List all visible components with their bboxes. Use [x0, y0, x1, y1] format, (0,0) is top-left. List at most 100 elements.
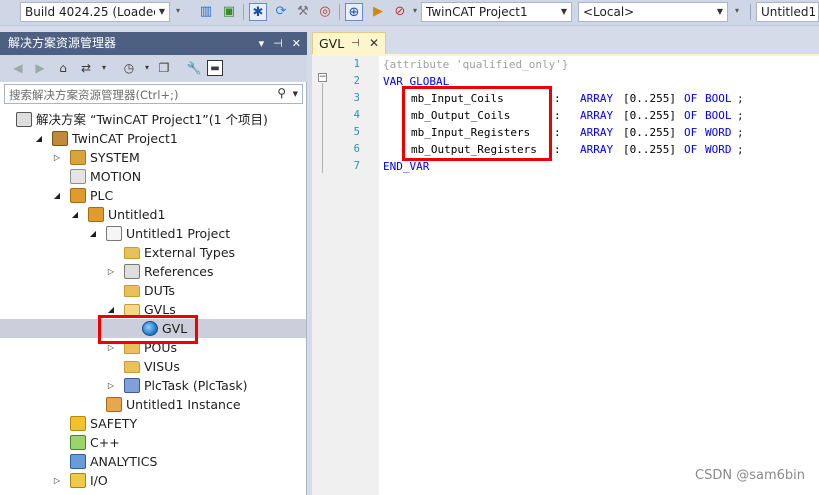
start-icon[interactable]: ▶ — [369, 3, 387, 21]
toolbar-separator — [339, 4, 340, 20]
pragma-attribute: {attribute 'qualified_only'} — [383, 58, 569, 71]
code-line[interactable]: {attribute 'qualified_only'} — [383, 56, 813, 73]
tree-item[interactable]: ◢ Untitled1 Project — [0, 224, 306, 243]
array-range: [0..255] — [623, 92, 676, 105]
project-combo[interactable]: TwinCAT Project1 ▼ — [421, 2, 572, 22]
keyword-of: OF — [684, 143, 698, 156]
tree-item[interactable]: ▷ I/O — [0, 471, 306, 490]
colon: : — [554, 92, 561, 105]
tree-item[interactable]: ◢ TwinCAT Project1 — [0, 129, 306, 148]
collapsed-arrow-icon[interactable]: ▷ — [52, 471, 62, 490]
analytics-icon — [70, 454, 86, 469]
expanded-arrow-icon[interactable]: ◢ — [34, 129, 44, 148]
solution-explorer-panel: 解决方案资源管理器 ▾ ⊣ ✕ ◀ ▶ ⌂ ⇄ ▾ ◷ ▾ ❐ 🔧 ▬ 搜索解决… — [0, 32, 307, 495]
tree-item-label: MOTION — [90, 169, 142, 184]
tab-gvl[interactable]: GVL ⊣ ✕ — [312, 32, 386, 55]
chevron-down-icon[interactable]: ▼ — [557, 3, 571, 21]
sync-view-icon[interactable]: ⇄ — [78, 60, 94, 76]
properties-wrench-icon[interactable]: 🔧 — [186, 60, 202, 76]
collapsed-arrow-icon[interactable]: ▷ — [106, 376, 116, 395]
chevron-down-icon[interactable]: ▾ — [259, 32, 265, 55]
tree-item[interactable]: MOTION — [0, 167, 306, 186]
target-system-combo[interactable]: <Local> ▼ — [578, 2, 728, 22]
tree-item-label: References — [144, 264, 214, 279]
references-icon — [124, 264, 140, 279]
tree-item-label: PlcTask (PlcTask) — [144, 378, 248, 393]
close-icon[interactable]: ✕ — [369, 33, 379, 54]
history-icon[interactable]: ◷ — [121, 60, 137, 76]
tree-item[interactable]: ▷ References — [0, 262, 306, 281]
safety-icon — [70, 416, 86, 431]
search-icon[interactable]: ⚲ — [277, 86, 286, 100]
stop-icon[interactable]: ⊘ — [391, 3, 409, 21]
line-number: 1 — [353, 58, 360, 70]
plc-project-icon — [88, 207, 104, 222]
search-placeholder: 搜索解决方案资源管理器(Ctrl+;) — [9, 88, 179, 102]
tree-item[interactable]: SAFETY — [0, 414, 306, 433]
build-version-combo[interactable]: Build 4024.25 (Loaded ▼ — [20, 2, 170, 22]
home-icon[interactable]: ⌂ — [55, 60, 71, 76]
expanded-arrow-icon[interactable]: ◢ — [88, 224, 98, 243]
activate-config-icon[interactable]: ▣ — [220, 3, 238, 21]
collapse-all-icon[interactable]: ❐ — [156, 60, 172, 76]
tree-item[interactable]: 解决方案 “TwinCAT Project1”(1 个项目) — [0, 110, 306, 129]
keyword-array: ARRAY — [580, 92, 614, 105]
chevron-down-icon[interactable]: ▼ — [155, 3, 169, 21]
preview-icon[interactable]: ▬ — [207, 60, 223, 76]
tree-item[interactable]: External Types — [0, 243, 306, 262]
chevron-down-icon[interactable]: ▾ — [96, 60, 112, 76]
login-icon[interactable]: ⊕ — [345, 3, 363, 21]
config-mode-icon[interactable]: ✱ — [249, 3, 267, 21]
tree-item[interactable]: ▷ SYSTEM — [0, 148, 306, 167]
plc-project-combo[interactable]: Untitled1 — [756, 2, 819, 22]
tree-item[interactable]: VISUs — [0, 357, 306, 376]
bar-chart-icon[interactable]: ▥ — [197, 3, 215, 21]
semicolon: ; — [737, 92, 744, 105]
chevron-down-icon[interactable]: ▼ — [713, 3, 727, 21]
keyword-of: OF — [684, 109, 698, 122]
collapsed-arrow-icon[interactable]: ▷ — [106, 262, 116, 281]
solution-search-input[interactable]: 搜索解决方案资源管理器(Ctrl+;) ⚲ ▼ — [4, 84, 303, 104]
tree-item[interactable]: ▷ PlcTask (PlcTask) — [0, 376, 306, 395]
tree-item-label: DUTs — [144, 283, 175, 298]
code-editor[interactable]: 1234567 − {attribute 'qualified_only'} VA… — [312, 56, 819, 495]
line-number: 3 — [353, 92, 360, 104]
collapse-icon[interactable]: − — [318, 73, 327, 82]
tools-icon[interactable]: ⚒ — [294, 3, 312, 21]
toolbar-overflow-icon[interactable]: ▾ — [176, 6, 180, 15]
pin-icon[interactable]: ⊣ — [351, 33, 360, 54]
fold-guide — [322, 83, 323, 173]
tree-item-label: VISUs — [144, 359, 180, 374]
close-icon[interactable]: ✕ — [292, 32, 301, 55]
keyword-array: ARRAY — [580, 126, 614, 139]
folder-icon — [124, 247, 140, 259]
collapsed-arrow-icon[interactable]: ▷ — [52, 148, 62, 167]
tree-item-label: External Types — [144, 245, 236, 260]
tree-item[interactable]: ◢ PLC — [0, 186, 306, 205]
colon: : — [554, 143, 561, 156]
refresh-icon[interactable]: ⟳ — [272, 3, 290, 21]
toolbar-overflow-icon[interactable]: ▾ — [413, 6, 417, 15]
task-icon — [124, 378, 140, 393]
tree-item[interactable]: ◢ Untitled1 — [0, 205, 306, 224]
chevron-down-icon[interactable]: ▼ — [293, 90, 298, 98]
pin-icon[interactable]: ⊣ — [273, 32, 283, 55]
target-icon[interactable]: ◎ — [316, 3, 334, 21]
build-version-value: Build 4024.25 (Loaded — [25, 5, 161, 19]
back-icon[interactable]: ◀ — [10, 60, 26, 76]
line-number: 4 — [353, 109, 360, 121]
expanded-arrow-icon[interactable]: ◢ — [52, 186, 62, 205]
tree-item[interactable]: C++ — [0, 433, 306, 452]
semicolon: ; — [737, 126, 744, 139]
plc-icon — [70, 188, 86, 203]
keyword-of: OF — [684, 92, 698, 105]
tree-item[interactable]: DUTs — [0, 281, 306, 300]
solution-explorer-title-bar: 解决方案资源管理器 ▾ ⊣ ✕ — [0, 32, 307, 55]
forward-icon[interactable]: ▶ — [32, 60, 48, 76]
expanded-arrow-icon[interactable]: ◢ — [70, 205, 80, 224]
tree-item[interactable]: ANALYTICS — [0, 452, 306, 471]
tree-item[interactable]: Untitled1 Instance — [0, 395, 306, 414]
tab-label: GVL — [319, 36, 345, 51]
toolbar-overflow-icon[interactable]: ▾ — [735, 6, 739, 15]
chevron-down-icon[interactable]: ▾ — [139, 60, 155, 76]
